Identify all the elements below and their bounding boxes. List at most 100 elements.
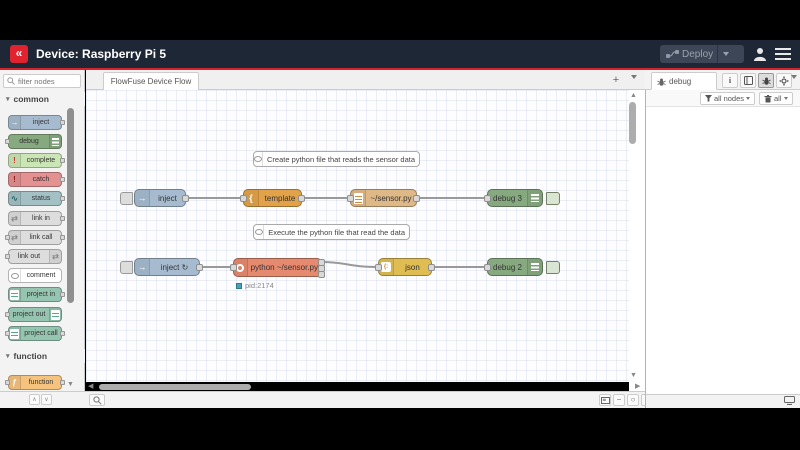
user-menu-button[interactable] — [752, 46, 768, 62]
palette-node-link-call[interactable]: ⇄ link call — [5, 230, 65, 245]
inject-arrow-icon: → — [135, 259, 150, 275]
deploy-options-button[interactable] — [717, 45, 733, 63]
output-port[interactable] — [413, 195, 420, 202]
flow-node-template[interactable]: { template — [240, 189, 305, 207]
input-port[interactable] — [347, 195, 354, 202]
vertical-scrollbar[interactable] — [629, 102, 636, 144]
navigator-button[interactable] — [599, 394, 611, 406]
flow-node-exec[interactable]: python ~/sensor.py — [230, 258, 325, 278]
exclamation-icon: ! — [9, 154, 21, 167]
zoom-out-button[interactable]: − — [613, 394, 625, 406]
palette-node-function[interactable]: ƒ function — [5, 375, 65, 390]
sidebar-footer — [646, 394, 800, 408]
flow-node-debug-3[interactable]: debug 3 — [484, 189, 560, 207]
user-icon — [754, 48, 766, 61]
funnel-icon — [705, 95, 712, 102]
palette-scroll-down-icon[interactable]: ▼ — [67, 381, 74, 388]
right-sidebar — [645, 70, 800, 408]
hamburger-icon — [775, 48, 791, 50]
input-port[interactable] — [484, 264, 491, 271]
palette-filter-input[interactable] — [18, 76, 76, 86]
debug-toggle-button[interactable] — [546, 192, 560, 205]
debug-clear-button[interactable]: all — [759, 92, 793, 105]
horizontal-scrollbar[interactable] — [99, 384, 251, 390]
input-port — [5, 235, 10, 240]
input-port[interactable] — [230, 264, 237, 271]
config-tab-button[interactable] — [776, 73, 792, 88]
input-port[interactable] — [240, 195, 247, 202]
return-code-port[interactable] — [318, 271, 325, 278]
deploy-button[interactable]: Deploy — [660, 45, 744, 63]
input-port — [5, 312, 10, 317]
main-menu-button[interactable] — [775, 48, 791, 60]
tab-flowfuse-device-flow[interactable]: FlowFuse Device Flow — [103, 72, 199, 90]
open-console-button[interactable] — [784, 396, 795, 405]
collapse-categories-button[interactable]: ∧ — [29, 394, 40, 405]
sidebar-tab-debug[interactable]: debug — [651, 72, 717, 90]
flow-node-debug-2[interactable]: debug 2 — [484, 258, 560, 276]
debug-toggle-button[interactable] — [546, 261, 560, 274]
output-port — [60, 158, 65, 163]
sidebar-tab-label: debug — [669, 76, 692, 86]
navigator-icon — [600, 396, 610, 404]
input-port — [5, 331, 10, 336]
output-port[interactable] — [182, 195, 189, 202]
scroll-down-icon[interactable]: ▼ — [630, 372, 637, 379]
search-icon — [4, 77, 18, 85]
flow-node-file[interactable]: ~/sensor.py — [347, 189, 420, 207]
palette-node-project-call[interactable]: project call — [5, 326, 65, 341]
info-tab-button[interactable]: i — [722, 73, 738, 88]
palette-node-comment[interactable]: comment — [8, 268, 62, 283]
palette-node-inject[interactable]: → inject — [8, 115, 65, 130]
output-port — [60, 331, 65, 336]
console-icon — [784, 396, 795, 405]
help-tab-button[interactable] — [740, 73, 756, 88]
flow-node-json[interactable]: {: json — [375, 258, 435, 276]
palette-node-link-in[interactable]: ⇄ link in — [8, 211, 65, 226]
palette-category-function[interactable]: ▾ function — [0, 349, 85, 363]
palette-category-common[interactable]: ▾ common — [0, 92, 85, 106]
palette-node-link-out[interactable]: ⇄ link out — [5, 249, 62, 264]
debug-tab-button[interactable] — [758, 73, 774, 88]
comment-node[interactable]: Create python file that reads the sensor… — [253, 151, 420, 167]
palette-node-project-in[interactable]: project in — [8, 287, 65, 302]
palette-node-status[interactable]: ∿ status — [8, 191, 65, 206]
output-port[interactable] — [298, 195, 305, 202]
chevron-down-icon: ▾ — [6, 353, 10, 360]
project-icon — [49, 308, 61, 321]
node-status: pid:2174 — [236, 281, 274, 290]
output-port[interactable] — [196, 264, 203, 271]
add-flow-button[interactable]: + — [609, 74, 623, 87]
clear-label: all — [774, 94, 782, 103]
palette-node-complete[interactable]: ! complete — [8, 153, 65, 168]
zoom-reset-button[interactable]: ○ — [627, 394, 639, 406]
scroll-right-icon[interactable]: ▶ — [635, 382, 640, 390]
scroll-left-icon[interactable]: ◀ — [88, 382, 93, 390]
input-port[interactable] — [375, 264, 382, 271]
output-port[interactable] — [428, 264, 435, 271]
inject-button[interactable] — [120, 192, 133, 205]
bug-icon — [761, 77, 771, 85]
bug-icon — [657, 78, 666, 86]
palette-node-project-out[interactable]: project out — [5, 307, 62, 322]
expand-categories-button[interactable]: ∨ — [41, 394, 52, 405]
debug-filter-button[interactable]: all nodes — [700, 92, 756, 105]
comment-bubble-icon — [9, 269, 21, 282]
input-port[interactable] — [484, 195, 491, 202]
comment-bubble-icon — [254, 152, 263, 166]
canvas-search-button[interactable] — [89, 394, 105, 406]
comment-node[interactable]: Execute the python file that read the da… — [253, 224, 410, 240]
inject-arrow-icon: → — [135, 190, 150, 206]
palette-filter[interactable] — [3, 74, 81, 88]
palette-node-debug[interactable]: debug — [5, 134, 62, 149]
header: « Device: Raspberry Pi 5 Deploy — [0, 40, 800, 68]
palette-scrollbar[interactable] — [67, 108, 74, 303]
scroll-up-icon[interactable]: ▲ — [630, 92, 637, 99]
inject-button[interactable] — [120, 261, 133, 274]
trash-icon — [764, 94, 772, 102]
input-port — [5, 139, 10, 144]
flow-node-inject-repeat[interactable]: → inject ↻ — [120, 258, 203, 276]
flowfuse-logo-icon[interactable]: « — [10, 45, 28, 63]
palette-node-catch[interactable]: ! catch — [8, 172, 65, 187]
flow-node-inject[interactable]: → inject — [120, 189, 189, 207]
